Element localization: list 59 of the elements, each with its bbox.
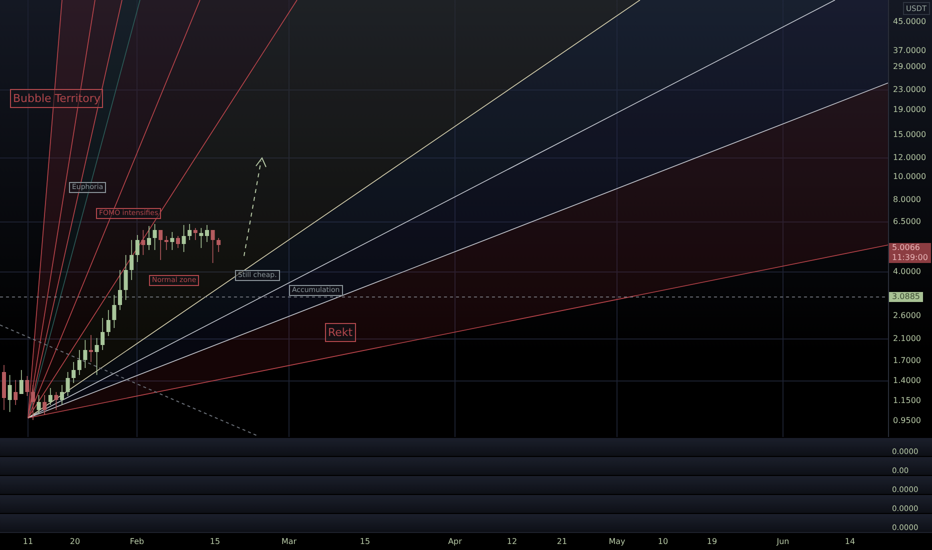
- candlestick: [25, 376, 30, 396]
- price-label: 45.0000: [893, 16, 926, 28]
- chart-annotation: Rekt: [325, 323, 356, 342]
- time-label: May: [608, 536, 626, 548]
- time-label: 20: [70, 536, 80, 548]
- candlestick: [199, 228, 204, 248]
- candlestick: [152, 224, 157, 250]
- price-label: 4.0000: [893, 266, 921, 278]
- candlestick: [54, 392, 58, 410]
- time-label: 21: [556, 536, 568, 548]
- chart-annotation: Bubble Territory: [10, 89, 104, 108]
- candlestick: [147, 226, 151, 250]
- price-label: 12.0000: [893, 152, 926, 164]
- price-label: 10.0000: [893, 171, 926, 183]
- candlestick: [31, 384, 35, 420]
- price-label: 1.1500: [893, 395, 921, 407]
- price-label: 29.0000: [893, 61, 926, 73]
- price-label: 1.4000: [893, 375, 921, 387]
- candlestick: [2, 364, 6, 410]
- price-label: 8.0000: [893, 194, 921, 206]
- time-label: Mar: [281, 536, 297, 548]
- candlestick: [60, 384, 64, 406]
- candlestick: [89, 334, 93, 362]
- candlestick: [216, 238, 221, 252]
- price-label: 1.7000: [893, 355, 921, 367]
- time-label: 12: [506, 536, 518, 548]
- candlestick: [83, 340, 88, 368]
- candlestick: [118, 270, 122, 310]
- price-tag: 5.0066 11:39:00: [889, 243, 931, 263]
- candlestick: [8, 374, 12, 412]
- time-label: 10: [658, 536, 668, 548]
- price-label: 23.0000: [893, 84, 926, 96]
- time-label: Feb: [130, 536, 144, 548]
- time-label: 14: [844, 536, 856, 548]
- time-label: Apr: [448, 536, 462, 548]
- time-label: 15: [360, 536, 370, 548]
- price-label: 19.0000: [893, 104, 926, 116]
- price-label: 37.0000: [893, 45, 926, 57]
- time-label: 15: [210, 536, 220, 548]
- candlestick: [176, 236, 180, 248]
- time-label: Jun: [776, 536, 790, 548]
- candlestick: [66, 372, 70, 396]
- price-label: 0.9500: [893, 415, 921, 427]
- candlestick: [170, 232, 174, 250]
- candlestick: [112, 294, 116, 328]
- price-label: 6.5000: [893, 216, 921, 228]
- candlestick: [124, 254, 128, 300]
- candlestick: [141, 230, 146, 256]
- time-label: 11: [22, 536, 34, 548]
- candlestick: [94, 338, 99, 376]
- time-label: 19: [706, 536, 718, 548]
- price-label: 2.1000: [893, 333, 921, 345]
- candlestick: [182, 224, 186, 252]
- candlestick: [36, 394, 41, 414]
- price-tag: 3.0885: [889, 292, 923, 302]
- price-label: 15.0000: [893, 129, 926, 141]
- price-label: 2.6000: [893, 310, 921, 322]
- candlestick: [210, 230, 215, 264]
- candlestick: [205, 224, 209, 242]
